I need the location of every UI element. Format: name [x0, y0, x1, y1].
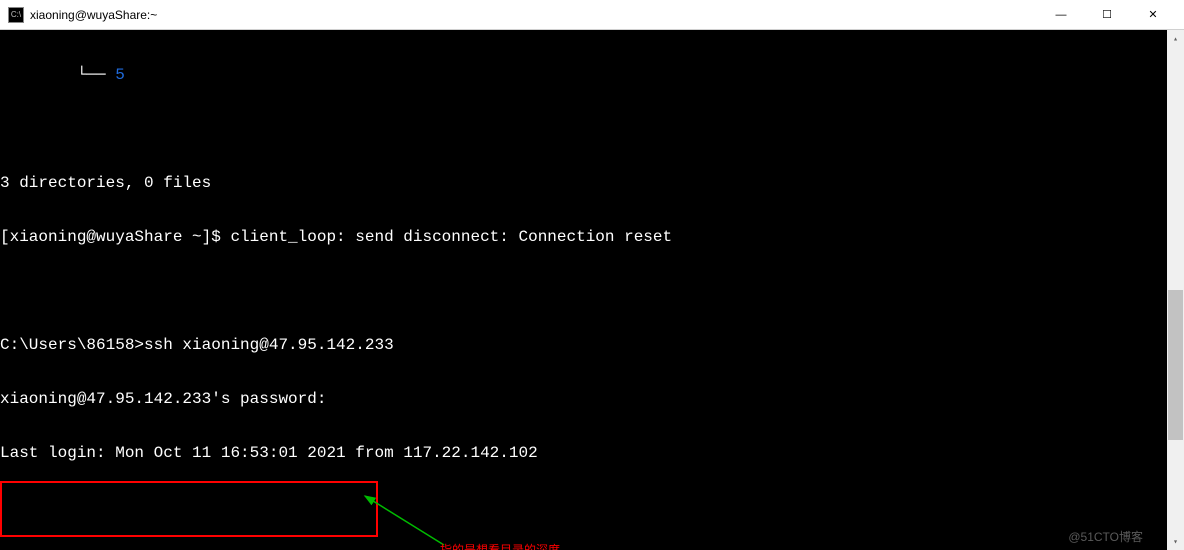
tree-summary: 3 directories, 0 files [0, 174, 1167, 192]
window-controls: — ☐ ✕ [1038, 0, 1176, 30]
ssh-command: C:\Users\86158>ssh xiaoning@47.95.142.23… [0, 336, 1167, 354]
blank-line [0, 282, 1167, 300]
watermark: @51CTO博客 [1068, 528, 1143, 546]
annotation-text: 指的是想看目录的深度 [440, 541, 560, 550]
terminal-window: └── 5 3 directories, 0 files [xiaoning@w… [0, 30, 1184, 550]
blank-line [0, 120, 1167, 138]
terminal-content[interactable]: └── 5 3 directories, 0 files [xiaoning@w… [0, 30, 1167, 550]
tree-branch: └── [0, 66, 115, 84]
maximize-button[interactable]: ☐ [1084, 0, 1130, 30]
vertical-scrollbar[interactable]: ▴ ▾ [1167, 30, 1184, 550]
close-button[interactable]: ✕ [1130, 0, 1176, 30]
prompt-line: [xiaoning@wuyaShare ~]$ client_loop: sen… [0, 228, 1167, 246]
window-title: xiaoning@wuyaShare:~ [30, 8, 157, 22]
blank-line [0, 498, 1167, 516]
tree-leaf: 5 [115, 66, 125, 84]
scroll-thumb[interactable] [1168, 290, 1183, 440]
terminal-icon: C:\ [8, 7, 24, 23]
window-titlebar: C:\ xiaoning@wuyaShare:~ — ☐ ✕ [0, 0, 1184, 30]
scroll-up-icon[interactable]: ▴ [1167, 30, 1184, 47]
scroll-down-icon[interactable]: ▾ [1167, 533, 1184, 550]
last-login: Last login: Mon Oct 11 16:53:01 2021 fro… [0, 444, 1167, 462]
password-prompt: xiaoning@47.95.142.233's password: [0, 390, 1167, 408]
minimize-button[interactable]: — [1038, 0, 1084, 30]
